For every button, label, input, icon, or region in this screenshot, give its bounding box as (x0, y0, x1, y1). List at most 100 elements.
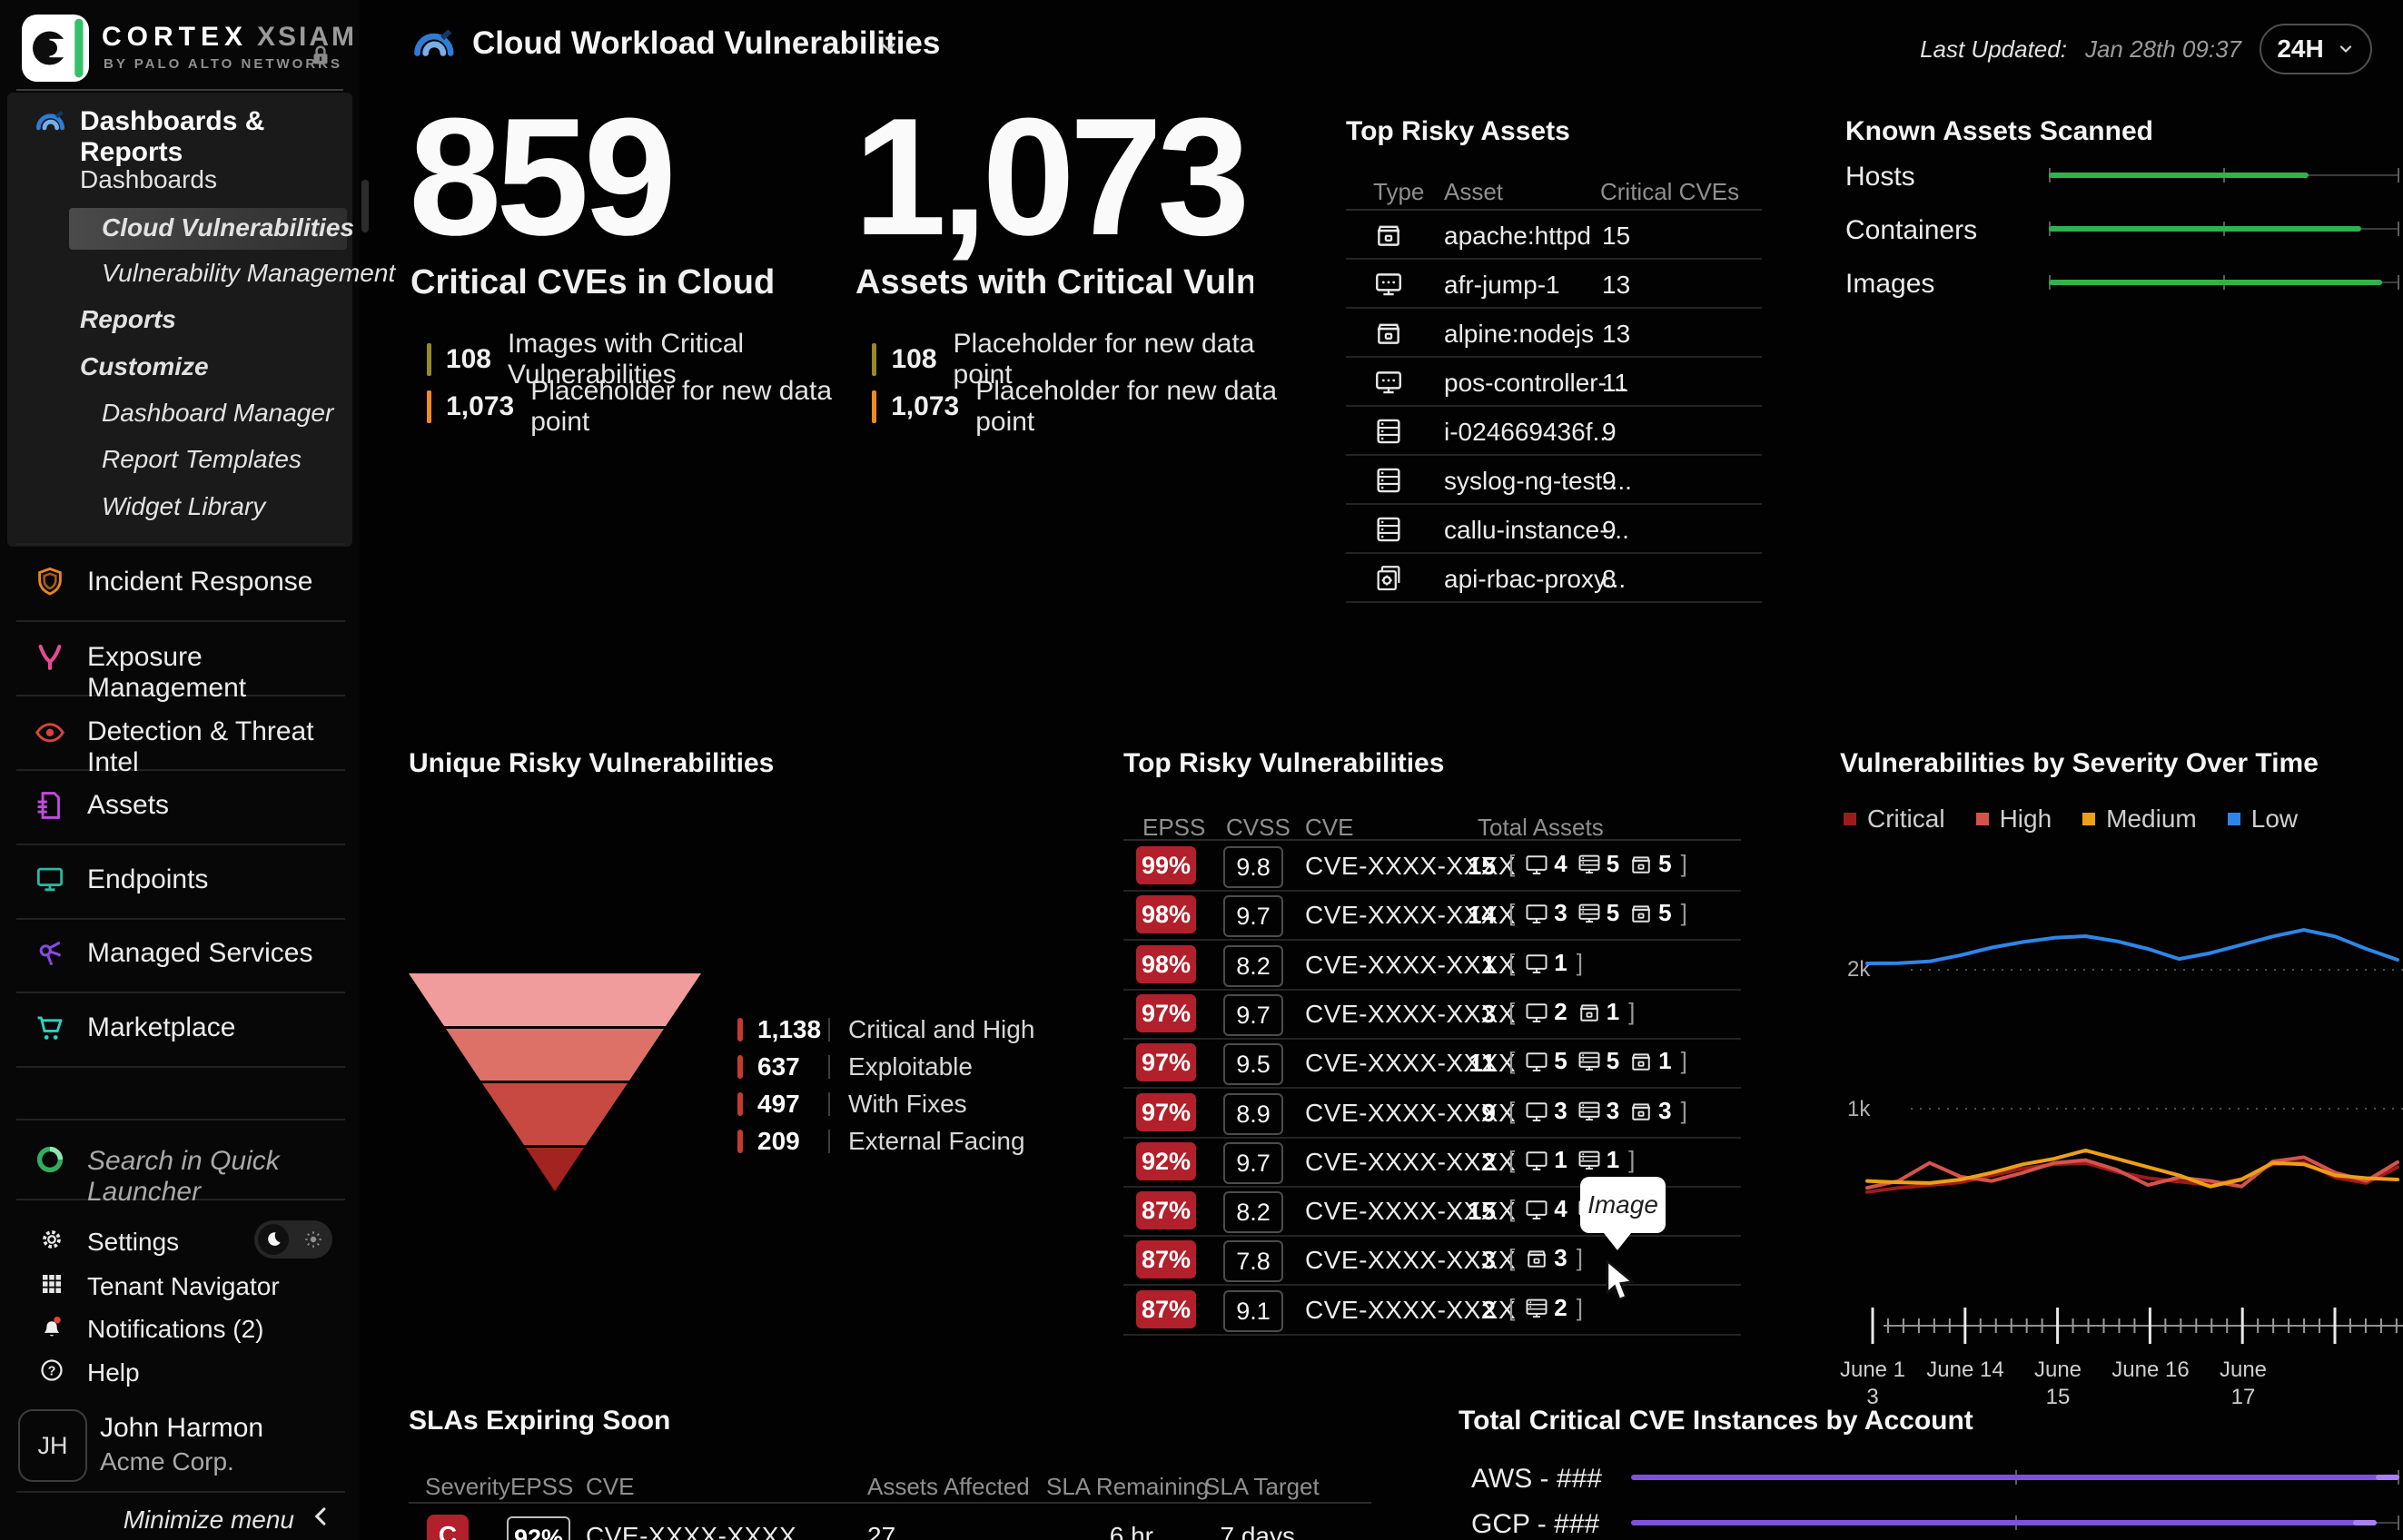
epss-badge: 97% (1136, 994, 1196, 1032)
severity-line-chart[interactable] (1862, 863, 2403, 1317)
total-assets: 2 (1481, 1148, 1496, 1176)
divider (16, 844, 345, 845)
breakdown-pair: 4 (1524, 1195, 1567, 1223)
host-icon (1524, 901, 1549, 926)
critical-cve-count: 9 (1602, 418, 1617, 446)
sidebar-module-managed-services[interactable]: Managed Services (0, 926, 360, 981)
vulnerability-row[interactable]: 87% 7.8 CVE-XXXX-XXXX 3[3] (1123, 1235, 1741, 1286)
vulnerability-row[interactable]: 97% 9.5 CVE-XXXX-XXXX 11[5 5 1] (1123, 1038, 1741, 1089)
sidebar-item-cloud-vulnerabilities[interactable]: Cloud Vulnerabilities (102, 213, 354, 242)
sidebar-utility-tenant-navigator[interactable]: Tenant Navigator (0, 1264, 360, 1304)
assets-affected: 27 (867, 1522, 896, 1540)
sidebar-module-endpoints[interactable]: Endpoints (0, 853, 360, 907)
asset-row[interactable]: afr-jump-1 13 (1346, 260, 1762, 309)
asset-name: i-024669436f... (1444, 418, 1614, 446)
asset-row[interactable]: apache:httpd 15 (1346, 211, 1762, 260)
theme-toggle[interactable] (254, 1220, 332, 1259)
user-org: Acme Corp. (100, 1447, 234, 1476)
help-icon: ? (38, 1357, 65, 1384)
sidebar-module-exposure-management[interactable]: Exposure Management (0, 630, 360, 703)
sidebar-item-vulnerability-management[interactable]: Vulnerability Management (102, 259, 395, 288)
minimize-menu-label[interactable]: Minimize menu (124, 1505, 294, 1535)
sidebar-item-reports[interactable]: Reports (80, 305, 176, 334)
asset-breakdown: [4 5 5] (1508, 850, 1687, 878)
sidebar-module-marketplace[interactable]: Marketplace (0, 1001, 360, 1055)
title-chevron-down-icon[interactable] (877, 36, 899, 58)
asset-row[interactable]: callu-instance-... 9 (1346, 505, 1762, 554)
epss-badge: 98% (1136, 945, 1196, 983)
asset-name: alpine:nodejs (1444, 320, 1595, 348)
dashboard-gauge-icon (410, 20, 456, 65)
legend-item-critical: Critical (1844, 805, 1945, 834)
funnel-legend-row: 637 Exploitable (737, 1052, 1034, 1081)
asset-breakdown: [2] (1508, 1294, 1583, 1321)
account-bar (1631, 1515, 2399, 1531)
vulnerability-row[interactable]: 98% 9.7 CVE-XXXX-XXXX 14[3 5 5] (1123, 890, 1741, 941)
critical-cve-count: 13 (1602, 271, 1631, 299)
stat-value: 859 (409, 83, 677, 270)
cortex-logo (22, 15, 89, 82)
widget-slas-expiring-soon: SLAs Expiring Soon Severity EPSS CVE Assets… (409, 1406, 1371, 1540)
breakdown-pair: 5 (1628, 850, 1672, 878)
funnel-value: 497 (757, 1090, 800, 1118)
critical-cve-count: 13 (1602, 320, 1631, 348)
column-header: Severity (425, 1473, 510, 1500)
avatar[interactable]: JH (18, 1409, 87, 1482)
sidebar-item-customize[interactable]: Customize (80, 352, 209, 381)
asset-row[interactable]: pos-controller-... 11 (1346, 358, 1762, 407)
cvss-score: 8.2 (1223, 1191, 1283, 1233)
column-header: CVE (1305, 814, 1354, 841)
sidebar-item-dashboard-manager[interactable]: Dashboard Manager (102, 399, 333, 428)
account-label: AWS - ### (1471, 1464, 1602, 1494)
container-icon (1628, 852, 1654, 877)
time-range-button[interactable]: 24H (2260, 24, 2372, 74)
vulnerability-row[interactable]: 87% 9.1 CVE-XXXX-XXXX 2[2] (1123, 1285, 1741, 1336)
sidebar-utility-notifications-2-[interactable]: Notifications (2) (0, 1307, 360, 1347)
quick-launcher-input[interactable]: Search in Quick Launcher (87, 1146, 360, 1208)
sidebar-module-assets[interactable]: Assets (0, 778, 360, 833)
total-assets: 14 (1467, 901, 1496, 929)
vulnerability-row[interactable]: 97% 8.9 CVE-XXXX-XXXX 9[3 3 3] (1123, 1088, 1741, 1139)
widget-title: SLAs Expiring Soon (409, 1406, 671, 1436)
widget-title-unique-risky-vulns: Unique Risky Vulnerabilities (409, 748, 775, 778)
breakdown-pair: 3 (1524, 899, 1567, 927)
document-icon (33, 788, 67, 823)
sidebar-module-detection-threat-intel[interactable]: Detection & Threat Intel (0, 705, 360, 777)
funnel-legend-row: 1,138 Critical and High (737, 1015, 1034, 1043)
asset-row[interactable]: i-024669436f... 9 (1346, 407, 1762, 456)
asset-row[interactable]: syslog-ng-test-... 9 (1346, 456, 1762, 505)
vulnerability-row[interactable]: 97% 9.7 CVE-XXXX-XXXX 3[2 1] (1123, 989, 1741, 1040)
sidebar-module-incident-response[interactable]: Incident Response (0, 555, 360, 609)
epss-badge: 87% (1136, 1191, 1196, 1229)
cart-icon (33, 1011, 67, 1045)
asset-row[interactable]: alpine:nodejs 13 (1346, 309, 1762, 358)
legend-label: Critical (1867, 805, 1945, 833)
last-updated-label: Last Updated: (1920, 35, 2067, 63)
sidebar-utility-help[interactable]: ? Help (0, 1350, 360, 1390)
divider (828, 1092, 830, 1116)
vulnerability-row[interactable]: 98% 8.2 CVE-XXXX-XXXX 1[1] (1123, 940, 1741, 991)
module-label: Detection & Threat Intel (87, 716, 314, 777)
sidebar-scrollbar[interactable] (361, 180, 369, 232)
severity-badge: C (427, 1515, 469, 1540)
divider (16, 543, 345, 545)
stat-value: 1,073 (854, 83, 1250, 270)
lock-icon (307, 42, 334, 69)
asset-row[interactable]: api-rbac-proxy... 8 (1346, 554, 1762, 603)
cvss-score: 9.8 (1223, 846, 1283, 888)
vulnerability-row[interactable]: 99% 9.8 CVE-XXXX-XXXX 15[4 5 5] (1123, 841, 1741, 892)
sidebar-item-dashboards[interactable]: Dashboards (80, 165, 217, 194)
breakdown-pair: 5 (1628, 899, 1672, 927)
scan-progress-gauge (2049, 221, 2399, 237)
funnel-chart[interactable] (409, 973, 701, 1191)
eye-icon (33, 715, 67, 749)
sidebar-section-title[interactable]: Dashboards & Reports (80, 106, 352, 168)
substat-color-bar (427, 343, 431, 376)
substat-color-bar (427, 390, 432, 423)
sidebar-item-report-templates[interactable]: Report Templates (102, 445, 302, 474)
cve-id[interactable]: CVE-XXXX-XXXX (586, 1522, 796, 1540)
sla-row[interactable]: C 92% CVE-XXXX-XXXX 27 6 hr 7 days (409, 1509, 1371, 1540)
chevron-left-icon[interactable] (309, 1504, 334, 1529)
time-range-value: 24H (2277, 35, 2324, 63)
sidebar-item-widget-library[interactable]: Widget Library (102, 492, 265, 521)
